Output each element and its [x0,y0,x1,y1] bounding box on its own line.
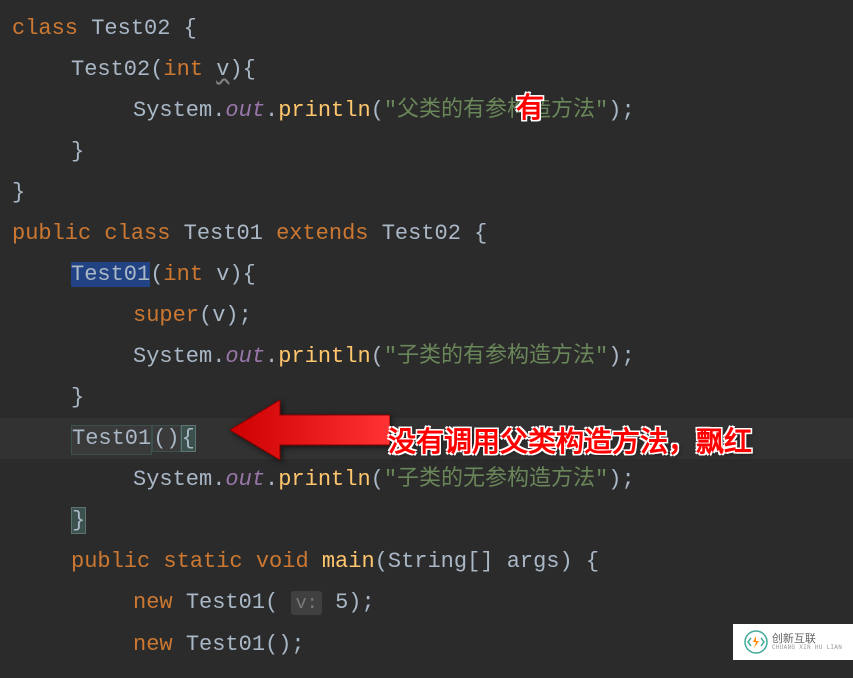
close-brace-matched: } [71,507,86,534]
keyword-class: class [104,221,170,246]
method-println: println [278,467,370,492]
string-literal: "父类的有参构造方法" [384,98,608,123]
keyword-extends: extends [276,221,368,246]
watermark-text-zh: 创新互联 [772,634,842,645]
string-literal: "子类的有参构造方法" [384,344,608,369]
class-decl: Test02 { [78,16,197,41]
text: (v); [199,303,252,328]
code-editor[interactable]: class Test02 { Test02(int v){ System.out… [0,0,853,673]
keyword-int: int [163,57,203,82]
code-line[interactable]: public class Test01 extends Test02 { [0,213,853,254]
string-literal: "子类的无参构造方法" [384,467,608,492]
constructor-selected: Test01 [71,262,150,287]
space [173,632,186,657]
keyword-public: public [71,549,150,574]
class-name: Test01 [184,221,263,246]
keyword-public: public [12,221,91,246]
paren: ); [608,98,634,123]
open-brace: { [181,425,196,452]
object-ref: System. [133,344,225,369]
paren: ); [608,467,634,492]
close-brace: } [71,139,84,164]
keyword-static: static [163,549,242,574]
code-line[interactable]: class Test02 { [0,8,853,49]
keyword-new: new [133,590,173,615]
paren: ( [371,98,384,123]
close-brace: } [71,385,84,410]
paren: ( [371,467,384,492]
code-line[interactable]: } [0,500,853,541]
field-out: out [225,467,265,492]
object-ref: System. [133,98,225,123]
dot: . [265,344,278,369]
param-var: v [216,57,229,82]
method-main: main [322,549,375,574]
space [368,221,381,246]
code-line[interactable]: } [0,131,853,172]
code-line[interactable]: super(v); [0,295,853,336]
keyword-class: class [12,16,78,41]
constructor-call: Test01(); [186,632,305,657]
annotation-error-label: 没有调用父类构造方法，飘红 [388,420,752,460]
watermark-text-py: CHUANG XIN HU LIAN [772,645,842,651]
method-println: println [278,98,370,123]
param-hint: v: [291,591,321,615]
code-line[interactable]: Test02(int v){ [0,49,853,90]
keyword-new: new [133,632,173,657]
text: v){ [203,262,256,287]
space [263,221,276,246]
space [170,221,183,246]
code-line[interactable]: new Test01(); [0,624,853,665]
code-line[interactable]: System.out.println("子类的无参构造方法"); [0,459,853,500]
code-line[interactable]: } [0,172,853,213]
dot: . [265,98,278,123]
constructor-call: Test01( [186,590,292,615]
code-line[interactable]: } [0,377,853,418]
constructor-name: Test02( [71,57,163,82]
method-println: println [278,344,370,369]
code-line[interactable]: System.out.println("父类的有参构造方法"); [0,90,853,131]
arg-value: 5); [322,590,375,615]
annotation-typo-overlay: 有 [516,86,544,126]
paren: ); [608,344,634,369]
space [309,549,322,574]
dot: . [265,467,278,492]
space [91,221,104,246]
keyword-super: super [133,303,199,328]
object-ref: System. [133,467,225,492]
space [243,549,256,574]
parent-class: Test02 { [382,221,488,246]
text [203,57,216,82]
constructor-error: Test01 [71,425,152,455]
code-line[interactable]: System.out.println("子类的有参构造方法"); [0,336,853,377]
code-line[interactable]: Test01(int v){ [0,254,853,295]
watermark-logo-icon [744,630,768,654]
paren: ( [371,344,384,369]
field-out: out [225,98,265,123]
space [150,549,163,574]
close-brace: } [12,180,25,205]
space [173,590,186,615]
parens: () [152,425,180,452]
field-out: out [225,344,265,369]
params: (String[] args) { [375,549,599,574]
code-line[interactable]: public static void main(String[] args) { [0,541,853,582]
keyword-int: int [163,262,203,287]
watermark-badge: 创新互联 CHUANG XIN HU LIAN [733,624,853,660]
keyword-void: void [256,549,309,574]
annotation-arrow-icon [230,400,390,460]
code-line[interactable]: new Test01( v: 5); [0,582,853,624]
paren: ( [150,262,163,287]
text: ){ [229,57,255,82]
